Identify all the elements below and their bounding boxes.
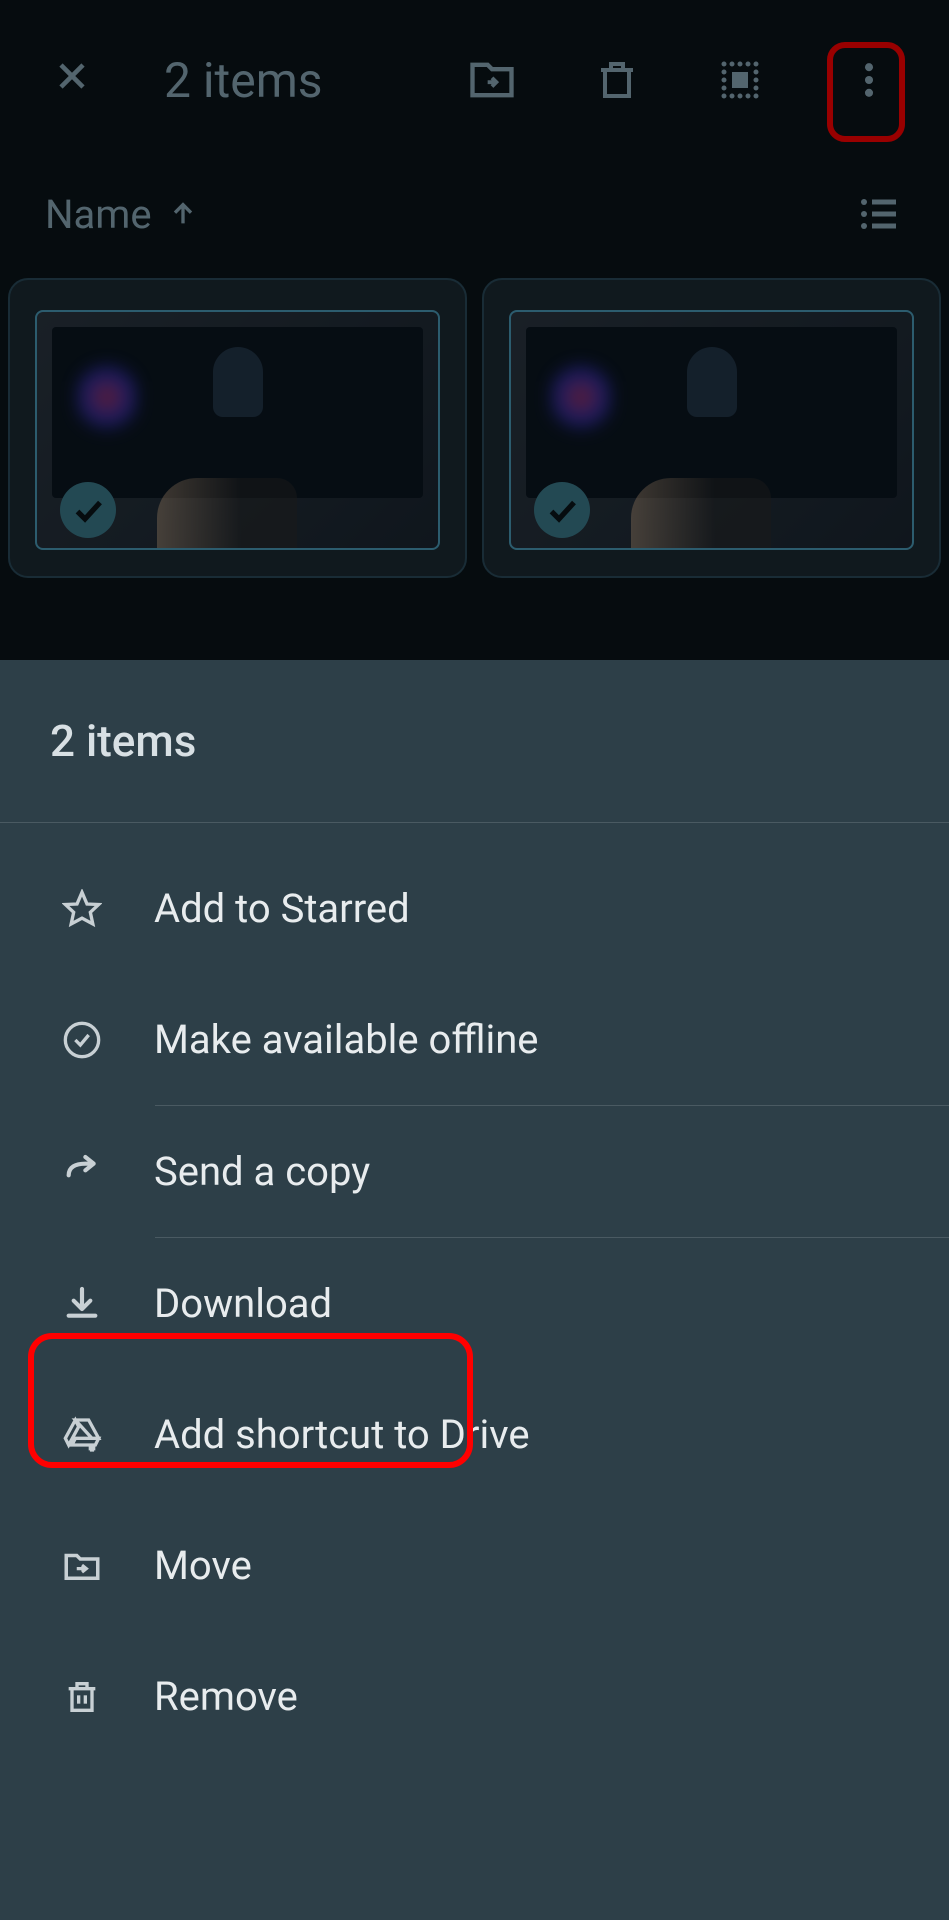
star-icon — [60, 887, 104, 931]
menu-item-shortcut[interactable]: Add shortcut to Drive — [0, 1369, 949, 1500]
close-selection-button[interactable] — [50, 50, 94, 111]
drive-shortcut-icon — [60, 1413, 104, 1457]
file-grid — [0, 268, 949, 588]
download-icon — [60, 1282, 104, 1326]
sheet-header: 2 items — [0, 660, 949, 823]
trash-icon[interactable] — [593, 56, 641, 104]
selected-check-icon — [534, 482, 590, 538]
menu-item-send-copy[interactable]: Send a copy — [0, 1106, 949, 1237]
more-options-button[interactable] — [847, 58, 891, 102]
select-all-icon[interactable] — [716, 56, 764, 104]
trash-icon — [60, 1675, 104, 1719]
sort-label: Name — [45, 191, 152, 238]
menu-item-download[interactable]: Download — [0, 1238, 949, 1369]
selection-top-bar: 2 items — [0, 0, 949, 160]
move-icon[interactable] — [466, 54, 518, 106]
menu-label: Make available offline — [154, 1016, 539, 1063]
sort-by-name-button[interactable]: Name — [45, 191, 199, 238]
sheet-title: 2 items — [50, 715, 899, 767]
selection-count: 2 items — [164, 52, 466, 109]
menu-item-starred[interactable]: Add to Starred — [0, 843, 949, 974]
share-arrow-icon — [60, 1150, 104, 1194]
menu-label: Download — [154, 1280, 332, 1327]
offline-icon — [60, 1018, 104, 1062]
arrow-up-icon — [167, 198, 199, 230]
menu-item-move[interactable]: Move — [0, 1500, 949, 1631]
bottom-sheet: 2 items Add to Starred Make available of… — [0, 660, 949, 1920]
menu-item-offline[interactable]: Make available offline — [0, 974, 949, 1105]
move-folder-icon — [60, 1544, 104, 1588]
file-card[interactable] — [482, 278, 941, 578]
menu-item-remove[interactable]: Remove — [0, 1631, 949, 1762]
selected-check-icon — [60, 482, 116, 538]
menu-label: Add to Starred — [154, 885, 410, 932]
list-view-icon[interactable] — [856, 190, 904, 238]
menu-label: Move — [154, 1542, 252, 1589]
menu-list: Add to Starred Make available offline Se… — [0, 823, 949, 1762]
file-card[interactable] — [8, 278, 467, 578]
menu-label: Send a copy — [154, 1148, 370, 1195]
sort-bar: Name — [0, 160, 949, 268]
menu-label: Remove — [154, 1673, 298, 1720]
menu-label: Add shortcut to Drive — [154, 1411, 530, 1458]
